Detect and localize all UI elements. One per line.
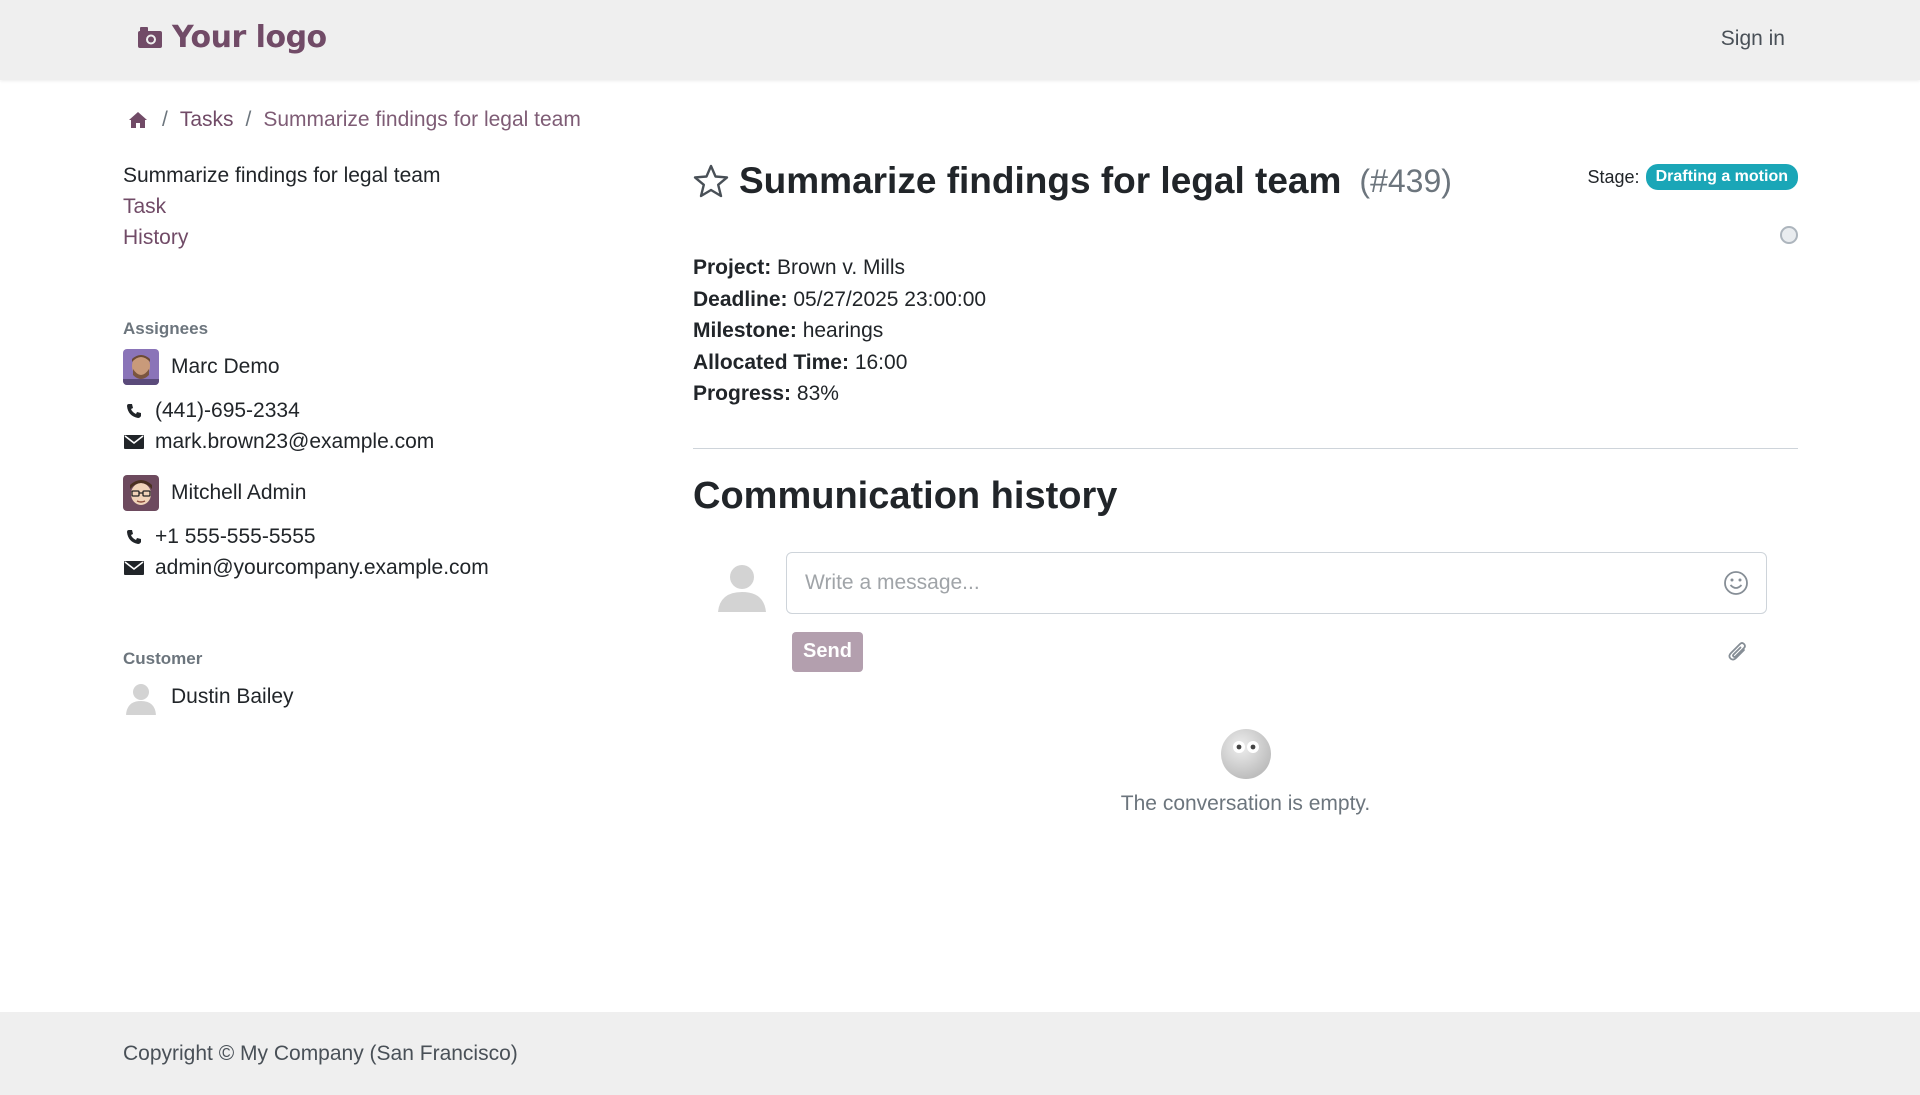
- phone-icon: [123, 526, 145, 548]
- assignee-email: admin@yourcompany.example.com: [123, 552, 643, 583]
- assignee-email: mark.brown23@example.com: [123, 426, 643, 457]
- stage-indicator: Stage: Drafting a motion: [1588, 164, 1798, 190]
- field-deadline: Deadline: 05/27/2025 23:00:00: [693, 287, 987, 311]
- user-placeholder-icon: [123, 679, 159, 715]
- customer-name: Dustin Bailey: [171, 685, 294, 708]
- assignees-label: Assignees: [123, 319, 209, 338]
- star-icon[interactable]: [693, 163, 729, 199]
- assignee-item: Marc Demo: [123, 349, 643, 385]
- communication-history-title: Communication history: [693, 474, 1118, 517]
- task-reference: (#439): [1359, 162, 1452, 199]
- task-main: Summarize findings for legal team (#439)…: [693, 160, 1798, 815]
- paperclip-icon[interactable]: [1725, 638, 1751, 666]
- email-address[interactable]: admin@yourcompany.example.com: [155, 556, 489, 580]
- assignee-phone: +1 555-555-5555: [123, 521, 643, 552]
- sidebar-task-title: Summarize findings for legal team: [123, 164, 441, 187]
- assignee-phone: (441)-695-2334: [123, 395, 643, 426]
- email-address[interactable]: mark.brown23@example.com: [155, 430, 434, 454]
- customer-item: Dustin Bailey: [123, 679, 643, 715]
- empty-conversation-text: The conversation is empty.: [1120, 792, 1371, 815]
- phone-icon: [123, 400, 145, 422]
- avatar: [123, 475, 159, 511]
- breadcrumb-current: Summarize findings for legal team: [263, 108, 581, 131]
- copyright-text: Copyright © My Company (San Francisco): [123, 1042, 518, 1065]
- home-icon[interactable]: [128, 109, 150, 131]
- logo-text: Your logo: [172, 20, 327, 55]
- breadcrumb-tasks-link[interactable]: Tasks: [180, 108, 234, 132]
- camera-icon: [136, 24, 164, 52]
- company-logo[interactable]: Your logo: [136, 20, 327, 55]
- send-button[interactable]: Send: [792, 631, 863, 672]
- message-composer: Send: [693, 551, 1798, 682]
- emoji-icon[interactable]: [1723, 570, 1749, 596]
- customer-label: Customer: [123, 649, 203, 668]
- phone-number: +1 555-555-5555: [155, 524, 316, 548]
- stage-label: Stage:: [1587, 166, 1640, 187]
- task-title: Summarize findings for legal team: [739, 160, 1342, 201]
- phone-number: (441)-695-2334: [155, 398, 300, 422]
- envelope-icon: [123, 557, 145, 579]
- stage-badge: Drafting a motion: [1645, 164, 1798, 190]
- sidebar: Summarize findings for legal team Task H…: [123, 160, 643, 715]
- empty-face-icon: [1220, 728, 1272, 780]
- assignee-name: Mitchell Admin: [171, 481, 307, 504]
- avatar: [123, 349, 159, 385]
- breadcrumb: / Tasks / Summarize findings for legal t…: [128, 108, 581, 132]
- status-toggle[interactable]: [1780, 226, 1798, 244]
- user-placeholder-icon: [715, 560, 769, 614]
- field-progress: Progress: 83%: [693, 382, 839, 405]
- sidebar-link-history[interactable]: History: [123, 222, 643, 253]
- assignee-item: Mitchell Admin: [123, 475, 643, 511]
- assignee-name: Marc Demo: [171, 355, 280, 378]
- site-footer: Copyright © My Company (San Francisco): [0, 1012, 1920, 1095]
- message-input[interactable]: [786, 551, 1767, 614]
- envelope-icon: [123, 431, 145, 453]
- task-fields: Project: Brown v. Mills Deadline: 05/27/…: [693, 252, 1798, 410]
- sign-in-link[interactable]: Sign in: [1721, 27, 1785, 51]
- section-divider: [693, 447, 1798, 449]
- site-header: Your logo Sign in: [0, 0, 1920, 80]
- breadcrumb-separator: /: [162, 108, 168, 131]
- field-allocated-time: Allocated Time: 16:00: [693, 350, 908, 374]
- sidebar-link-task[interactable]: Task: [123, 191, 643, 222]
- breadcrumb-separator: /: [245, 108, 252, 131]
- field-milestone: Milestone: hearings: [693, 319, 884, 342]
- empty-conversation: The conversation is empty.: [693, 728, 1798, 816]
- field-project: Project: Brown v. Mills: [693, 256, 905, 279]
